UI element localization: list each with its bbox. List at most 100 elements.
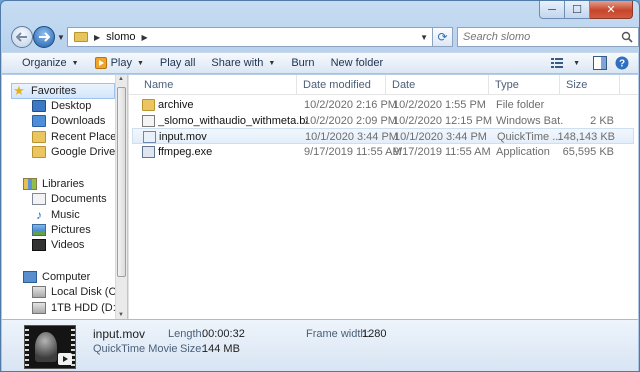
libraries-icon — [23, 178, 37, 190]
tree-label: Computer — [42, 271, 91, 283]
search-input[interactable] — [458, 31, 618, 43]
tree-music[interactable]: ♪ Music — [32, 207, 115, 223]
window-controls: ─ ☐ ✕ — [539, 1, 633, 19]
share-with-button[interactable]: Share with ▼ — [203, 53, 283, 73]
help-button[interactable]: ? — [614, 55, 630, 71]
refresh-button[interactable]: ⟳ — [433, 27, 453, 47]
tree-label: Recent Places — [51, 131, 115, 143]
play-all-label: Play all — [159, 57, 196, 69]
forward-button[interactable] — [33, 26, 55, 48]
file-date-modified: 9/17/2019 11:55 AM — [304, 146, 402, 158]
column-date-modified[interactable]: Date modified — [303, 79, 371, 93]
tree-libraries[interactable]: Libraries — [23, 176, 115, 192]
search-icon[interactable] — [621, 31, 633, 43]
column-divider[interactable] — [619, 75, 620, 95]
refresh-icon: ⟳ — [437, 30, 448, 44]
file-row[interactable]: ffmpeg.exe 9/17/2019 11:55 AM 9/17/2019 … — [132, 144, 634, 160]
breadcrumb-current[interactable]: slomo — [106, 31, 135, 43]
close-icon: ✕ — [606, 4, 616, 16]
file-row[interactable]: archive 10/2/2020 2:16 PM 10/2/2020 1:55… — [132, 97, 634, 113]
file-row[interactable]: _slomo_withaudio_withmeta.bat 10/2/2020 … — [132, 113, 634, 129]
details-filetype: QuickTime Movie — [93, 343, 178, 355]
chevron-down-icon: ▼ — [268, 59, 276, 67]
column-date[interactable]: Date — [392, 79, 415, 93]
file-date-modified: 10/1/2020 3:44 PM — [305, 131, 398, 143]
new-folder-label: New folder — [330, 57, 384, 69]
tree-favorites[interactable]: ★ Favorites — [11, 83, 115, 99]
breadcrumb-chevron-icon[interactable]: ▶ — [142, 33, 148, 42]
column-type[interactable]: Type — [495, 79, 519, 93]
address-history-dropdown[interactable]: ▼ — [420, 33, 428, 42]
music-icon: ♪ — [36, 208, 42, 222]
change-view-button[interactable] — [551, 55, 567, 71]
play-button[interactable]: Play ▼ — [87, 53, 152, 73]
play-overlay-icon — [58, 353, 72, 365]
tree-pictures[interactable]: Pictures — [32, 222, 115, 238]
chevron-down-icon: ▼ — [136, 59, 144, 67]
chevron-down-icon: ▼ — [71, 59, 79, 67]
file-name: input.mov — [159, 131, 207, 143]
column-header-row: Name Date modified Date Type Size — [129, 75, 638, 95]
maximize-button[interactable]: ☐ — [565, 1, 590, 19]
navigation-scrollbar[interactable]: ▲ ▼ — [115, 75, 127, 319]
tree-label: Pictures — [51, 224, 91, 236]
view-options-chevron-icon[interactable]: ▼ — [573, 60, 580, 67]
column-size[interactable]: Size — [566, 79, 587, 93]
play-label: Play — [110, 57, 132, 69]
file-date: 10/2/2020 1:55 PM — [393, 99, 486, 111]
close-button[interactable]: ✕ — [590, 1, 633, 19]
breadcrumb-chevron-icon[interactable]: ▶ — [94, 33, 100, 42]
organize-label: Organize — [22, 57, 67, 69]
frame-width-value[interactable]: 1280 — [362, 328, 386, 340]
preview-pane-icon — [593, 56, 607, 70]
column-divider[interactable] — [296, 75, 297, 95]
tree-google-drive[interactable]: Google Drive — [32, 144, 115, 160]
google-drive-icon — [32, 146, 46, 158]
column-divider[interactable] — [385, 75, 386, 95]
view-controls: ▼ ? — [551, 55, 630, 71]
tree-desktop[interactable]: Desktop — [32, 98, 115, 114]
tree-label: Local Disk (C:) — [51, 286, 115, 298]
documents-icon — [32, 193, 46, 205]
navigation-bar: ▼ ▶ slomo ▶ ▼ ⟳ — [9, 25, 639, 49]
scrollbar-thumb[interactable] — [117, 87, 126, 277]
column-divider[interactable] — [559, 75, 560, 95]
back-button[interactable] — [11, 26, 33, 48]
scroll-up-icon[interactable]: ▲ — [118, 76, 124, 82]
file-size: 148,143 KB — [557, 131, 616, 143]
new-folder-button[interactable]: New folder — [323, 53, 392, 73]
preview-pane-button[interactable] — [592, 55, 608, 71]
scroll-down-icon[interactable]: ▼ — [118, 312, 124, 318]
drive-icon — [32, 302, 46, 314]
tree-label: Google Drive — [51, 146, 115, 158]
drive-icon — [32, 286, 46, 298]
file-date-modified: 10/2/2020 2:16 PM — [304, 99, 397, 111]
tree-label: Libraries — [42, 178, 85, 190]
organize-button[interactable]: Organize ▼ — [14, 53, 87, 73]
details-filename: input.mov — [93, 327, 146, 341]
tree-hdd[interactable]: 1TB HDD (D:) — [32, 300, 115, 316]
burn-button[interactable]: Burn — [283, 53, 322, 73]
file-row-selected[interactable]: input.mov 10/1/2020 3:44 PM 10/1/2020 3:… — [132, 128, 634, 144]
batch-file-icon — [142, 115, 155, 127]
address-bar[interactable]: ▶ slomo ▶ ▼ — [67, 27, 433, 47]
svg-text:?: ? — [619, 59, 625, 70]
desktop-icon — [32, 100, 46, 112]
file-list: Name Date modified Date Type Size archiv… — [128, 75, 638, 319]
tree-documents[interactable]: Documents — [32, 191, 115, 207]
recent-pages-dropdown[interactable]: ▼ — [57, 33, 65, 42]
tree-videos[interactable]: Videos — [32, 237, 115, 253]
tree-recent-places[interactable]: Recent Places — [32, 129, 115, 145]
file-date-modified: 10/2/2020 2:09 PM — [304, 115, 397, 127]
tree-local-disk[interactable]: Local Disk (C:) — [32, 284, 115, 300]
tree-computer[interactable]: Computer — [23, 269, 115, 285]
column-divider[interactable] — [488, 75, 489, 95]
tree-label: Desktop — [51, 100, 92, 112]
length-value[interactable]: 00:00:32 — [202, 328, 245, 340]
back-arrow-icon — [16, 32, 27, 42]
tree-downloads[interactable]: Downloads — [32, 113, 115, 129]
minimize-button[interactable]: ─ — [539, 1, 565, 19]
search-box[interactable] — [457, 27, 639, 47]
column-name[interactable]: Name — [144, 79, 173, 93]
play-all-button[interactable]: Play all — [152, 53, 203, 73]
